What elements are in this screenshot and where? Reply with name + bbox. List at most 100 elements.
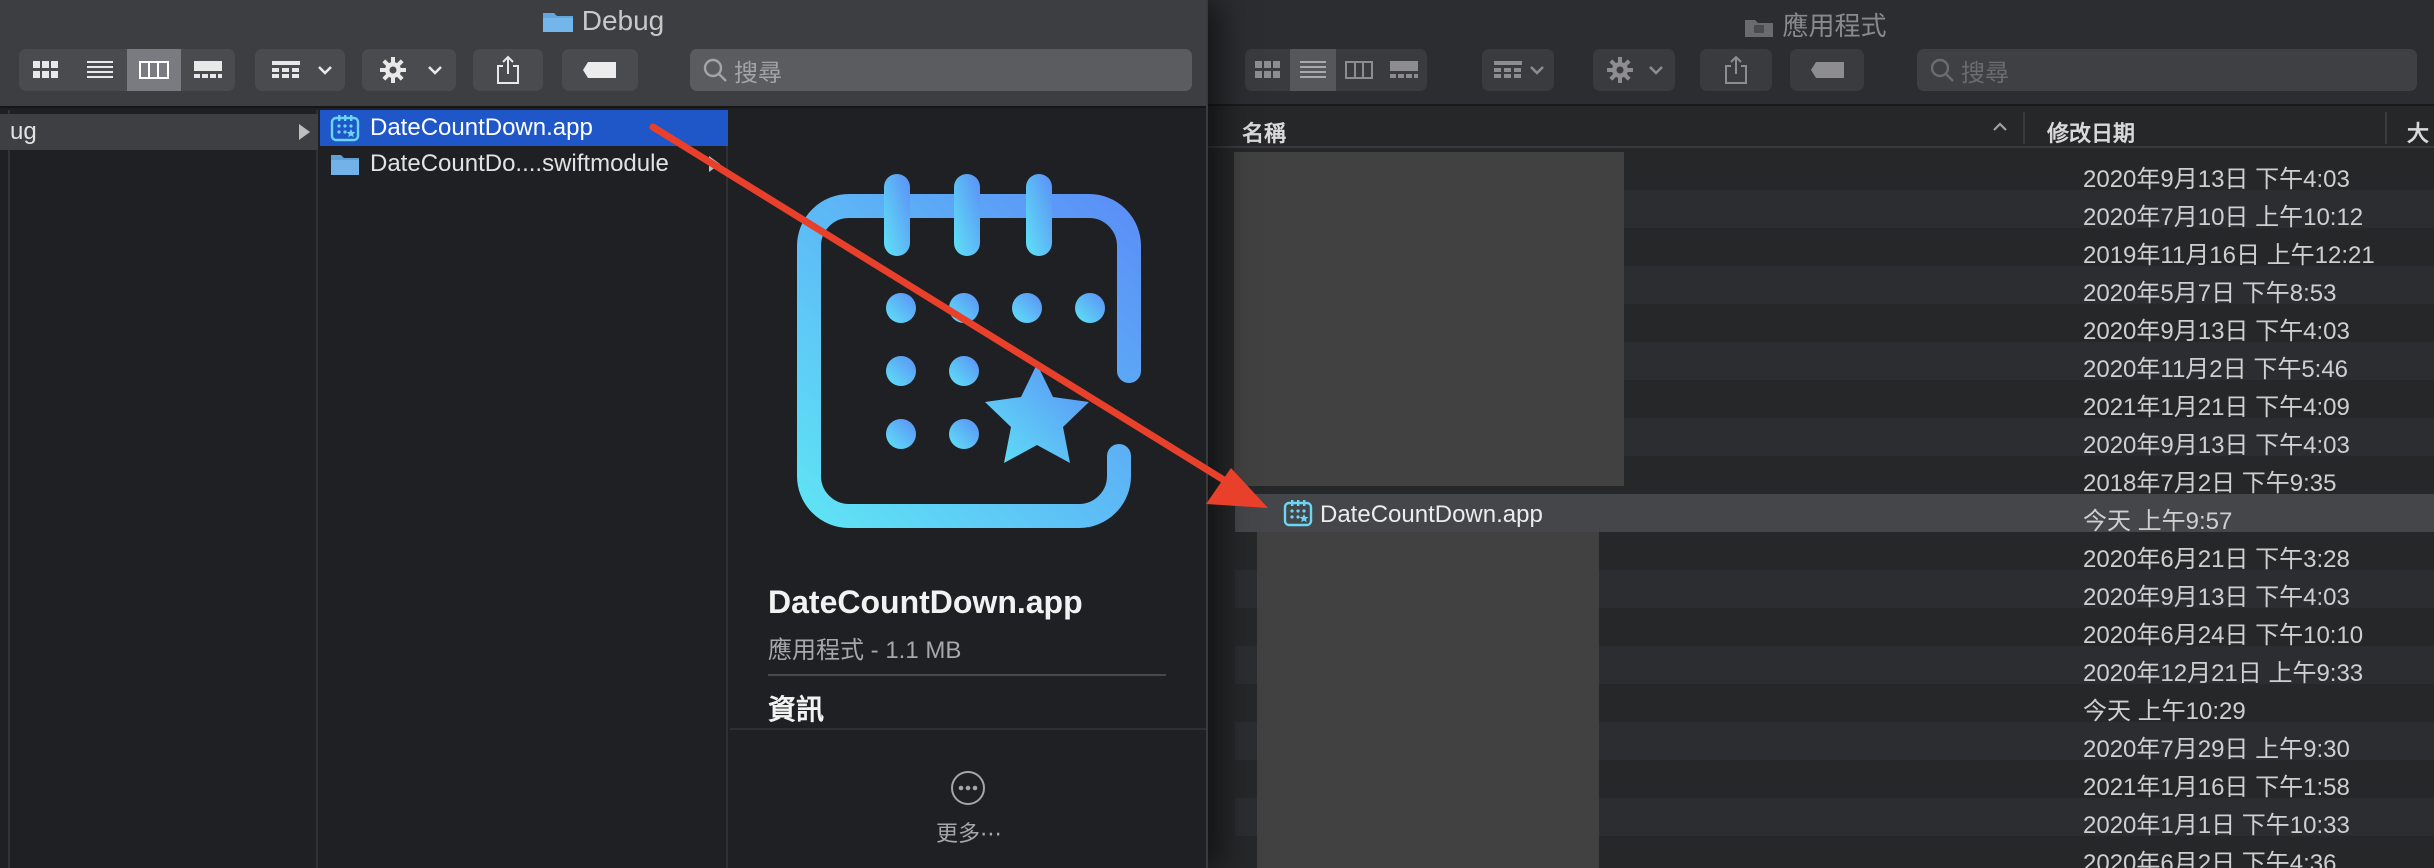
- toolbar: Debug 搜尋: [0, 0, 1206, 108]
- chevron-down-icon: [318, 66, 332, 75]
- file-row-date: 2021年1月16日 下午1:58: [2083, 774, 2350, 801]
- search-icon: [703, 58, 727, 82]
- window-title-text: Debug: [581, 5, 665, 36]
- gallery-view-button[interactable]: [1381, 49, 1427, 91]
- column-view-button[interactable]: [1336, 49, 1381, 91]
- search-placeholder: 搜尋: [1961, 59, 2009, 87]
- debug-window: Debug 搜尋 ug DateCountDown.app DateCountD…: [0, 0, 1208, 868]
- file-item-app[interactable]: DateCountDown.app: [320, 110, 728, 146]
- folder-icon: [542, 13, 573, 32]
- search-placeholder: 搜尋: [734, 59, 782, 87]
- file-row-date: 2020年9月13日 下午4:03: [2083, 166, 2350, 193]
- share-button[interactable]: [1700, 49, 1772, 91]
- app-calendar-icon: [797, 174, 1141, 528]
- column-header-date[interactable]: 修改日期: [2047, 116, 2135, 148]
- gallery-icon: [1390, 61, 1418, 78]
- share-icon: [497, 55, 519, 84]
- column-divider[interactable]: [2023, 112, 2025, 144]
- preview-info-heading: 資訊: [768, 694, 825, 725]
- column-header-size[interactable]: 大: [2407, 116, 2429, 148]
- browser-column-files: DateCountDown.app DateCountDo....swiftmo…: [320, 110, 728, 868]
- list-header: 名稱 修改日期 大: [1197, 108, 2434, 148]
- preview-app-name: DateCountDown.app: [768, 584, 1083, 620]
- file-item-label: DateCountDo....swiftmodule: [370, 150, 669, 177]
- chevron-down-icon: [1649, 66, 1663, 75]
- tag-icon: [1811, 62, 1844, 78]
- file-row-date: 2020年6月24日 下午10:10: [2083, 622, 2364, 649]
- tag-icon: [583, 62, 616, 78]
- folder-icon: [331, 155, 359, 175]
- share-icon: [1725, 55, 1747, 84]
- file-row-date: 2020年6月2日 下午4:36: [2083, 850, 2337, 868]
- icon-view-button[interactable]: [1245, 49, 1290, 91]
- file-row-date: 2020年6月21日 下午3:28: [2083, 546, 2350, 573]
- group-button[interactable]: [255, 49, 345, 91]
- search-field[interactable]: 搜尋: [690, 49, 1192, 91]
- file-row-date: 今天 上午10:29: [2083, 698, 2246, 725]
- gear-icon: [380, 57, 406, 83]
- toolbar: 應用程式 搜尋: [1197, 0, 2434, 106]
- search-field[interactable]: 搜尋: [1917, 49, 2417, 91]
- folder-item-label: ug: [10, 118, 37, 145]
- list-icon: [87, 61, 113, 78]
- file-row-date: 2020年7月29日 上午9:30: [2083, 736, 2350, 763]
- columns-icon: [139, 61, 169, 79]
- column-header-name[interactable]: 名稱: [1242, 116, 1286, 148]
- file-row-date: 2020年5月7日 下午8:53: [2083, 280, 2337, 307]
- disclosure-arrow-icon: [709, 156, 720, 172]
- chevron-down-icon: [428, 66, 442, 75]
- icon-view-button[interactable]: [19, 49, 73, 91]
- list-icon: [1300, 61, 1326, 78]
- action-button[interactable]: [362, 49, 456, 91]
- tags-button[interactable]: [562, 49, 638, 91]
- preview-pane: DateCountDown.app 應用程式 - 1.1 MB 資訊 更多⋯: [730, 110, 1206, 868]
- grid-icon: [1254, 61, 1280, 78]
- group-icon: [1494, 61, 1522, 78]
- group-icon: [272, 61, 300, 78]
- file-row-date: 2020年12月21日 上午9:33: [2083, 660, 2364, 687]
- search-icon: [1930, 58, 1954, 82]
- file-row-date: 2020年9月13日 下午4:03: [2083, 432, 2350, 459]
- file-row-date: 2020年9月13日 下午4:03: [2083, 584, 2350, 611]
- list-view-button[interactable]: [1290, 49, 1336, 91]
- file-row-date: 2020年9月13日 下午4:03: [2083, 318, 2350, 345]
- file-item-swiftmodule[interactable]: DateCountDo....swiftmodule: [320, 146, 728, 182]
- folder-item-debug[interactable]: ug: [0, 114, 318, 150]
- column-view-button[interactable]: [127, 49, 181, 91]
- view-mode-segmented[interactable]: [19, 49, 235, 91]
- column-divider[interactable]: [2385, 112, 2387, 144]
- file-item-label: DateCountDown.app: [370, 114, 593, 141]
- columns-icon: [1344, 61, 1373, 79]
- redacted-area: [1257, 532, 1599, 868]
- chevron-up-icon: [1993, 122, 2007, 131]
- file-row-date: 2020年11月2日 下午5:46: [2083, 356, 2349, 383]
- window-title: 應用程式: [1197, 6, 2434, 43]
- list-view-button[interactable]: [73, 49, 127, 91]
- action-button[interactable]: [1593, 49, 1675, 91]
- tags-button[interactable]: [1790, 49, 1864, 91]
- share-button[interactable]: [473, 49, 543, 91]
- disclosure-arrow-icon: [299, 124, 310, 140]
- file-row-date: 2018年7月2日 下午9:35: [2083, 470, 2337, 497]
- file-row-date: 今天 上午9:57: [2083, 508, 2233, 535]
- browser-column-parent: ug: [0, 110, 318, 868]
- more-icon[interactable]: [950, 770, 986, 806]
- file-row-name: DateCountDown.app: [1320, 501, 1543, 528]
- app-calendar-icon: [1283, 500, 1313, 527]
- applications-window: 應用程式 搜尋 名稱 修改日期 大 2020年9月13日 下午4:03 2020…: [1197, 0, 2434, 868]
- preview-actions: 更多⋯: [730, 728, 1206, 868]
- chevron-down-icon: [1530, 66, 1544, 75]
- grid-icon: [33, 61, 58, 78]
- file-row-date: 2020年7月10日 上午10:12: [2083, 204, 2364, 231]
- file-row-selected[interactable]: DateCountDown.app 今天 上午9:57: [1235, 494, 2434, 535]
- gear-icon: [1607, 57, 1633, 83]
- more-button[interactable]: 更多⋯: [730, 816, 1206, 848]
- file-row-date: 2021年1月21日 下午4:09: [2083, 394, 2350, 421]
- preview-meta: 應用程式 - 1.1 MB: [768, 637, 962, 664]
- gallery-view-button[interactable]: [181, 49, 235, 91]
- view-mode-segmented[interactable]: [1245, 49, 1427, 91]
- app-calendar-icon: [330, 115, 360, 142]
- file-row-date: 2019年11月16日 上午12:21: [2083, 242, 2375, 269]
- folder-icon: [1745, 20, 1774, 37]
- group-button[interactable]: [1482, 49, 1554, 91]
